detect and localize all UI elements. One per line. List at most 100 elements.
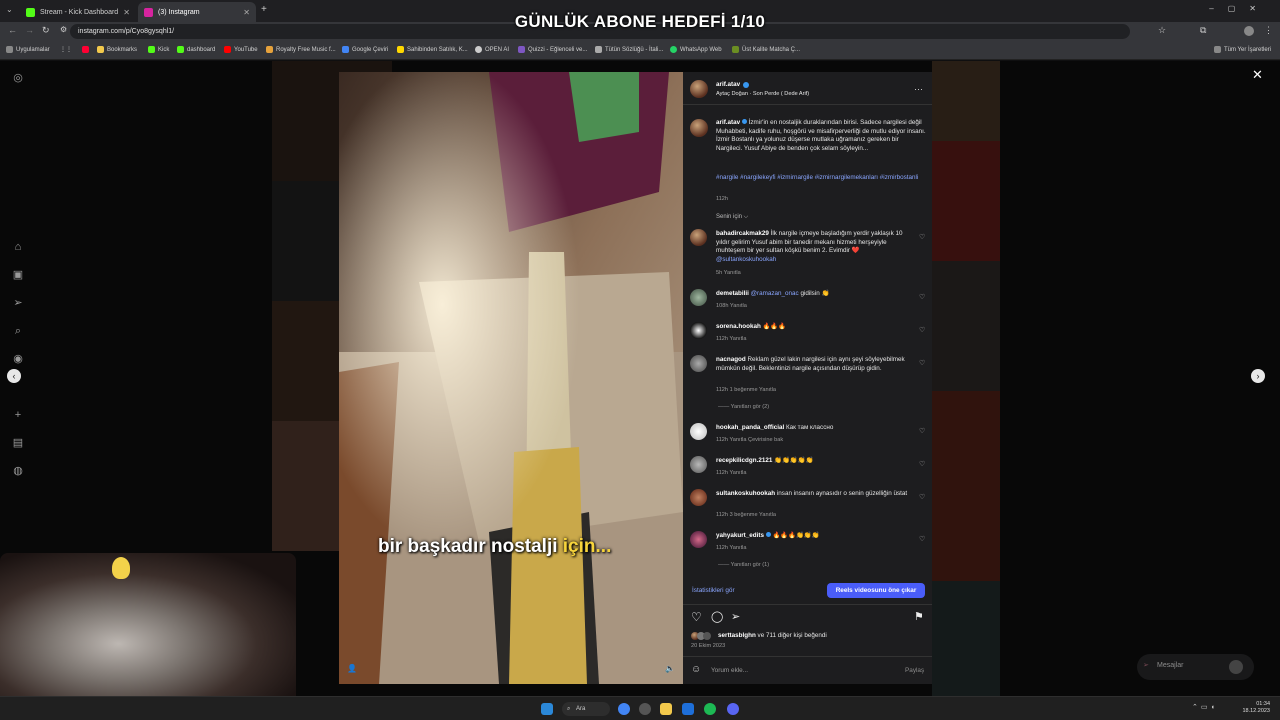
commenter-avatar[interactable] bbox=[690, 489, 707, 506]
bookmark-item[interactable]: Üst Kalite Matcha Ç... bbox=[732, 46, 800, 53]
bookmark-item[interactable]: YouTube bbox=[224, 46, 258, 53]
comment-username[interactable]: yahyakurt_edits bbox=[716, 532, 764, 539]
mute-icon[interactable]: 🔈 bbox=[665, 664, 675, 673]
comment-username[interactable]: demetabilii bbox=[716, 290, 749, 297]
comment-icon[interactable]: ◯ bbox=[711, 610, 723, 623]
like-comment-icon[interactable]: ♡ bbox=[919, 233, 925, 241]
post-comment-button[interactable]: Paylaş bbox=[905, 667, 924, 674]
start-icon[interactable] bbox=[541, 703, 553, 715]
comment-meta[interactable]: 112h 3 beğenme Yanıtla bbox=[716, 512, 776, 518]
dashboard-icon[interactable]: ▤ bbox=[12, 437, 24, 449]
author-username[interactable]: arif.atav bbox=[716, 81, 740, 90]
like-comment-icon[interactable]: ♡ bbox=[919, 293, 925, 301]
emoji-icon[interactable]: ☺ bbox=[691, 664, 701, 675]
bookmark-item[interactable]: Google Çeviri bbox=[342, 46, 388, 53]
bookmark-item[interactable]: Sahibinden Satılık, K... bbox=[397, 46, 468, 53]
instagram-logo-icon[interactable]: ◎ bbox=[12, 72, 24, 84]
like-comment-icon[interactable]: ♡ bbox=[919, 326, 925, 334]
boost-reel-button[interactable]: Reels videosunu öne çıkar bbox=[827, 583, 925, 598]
comment-meta[interactable]: 112h Yanıtla bbox=[716, 336, 746, 342]
like-comment-icon[interactable]: ♡ bbox=[919, 359, 925, 367]
divider bbox=[683, 656, 932, 657]
comment-mention[interactable]: @sultankoskuhookah bbox=[716, 256, 776, 263]
all-bookmarks[interactable]: Tüm Yer İşaretleri bbox=[1214, 46, 1271, 53]
bookmark-item[interactable]: Uygulamalar bbox=[6, 46, 50, 53]
bookmark-item[interactable]: WhatsApp Web bbox=[670, 46, 722, 53]
search-icon[interactable]: ⌕ bbox=[12, 325, 24, 337]
bookmark-item[interactable]: Kick bbox=[148, 46, 169, 53]
comment-meta[interactable]: 112h Yanıtla Çevirisine bak bbox=[716, 437, 783, 443]
video-user-icon[interactable]: 👤 bbox=[347, 664, 357, 673]
grid-icon[interactable]: ⋮⋮ bbox=[60, 46, 72, 53]
comment-mention[interactable]: @ramazan_onac bbox=[751, 290, 799, 297]
create-icon[interactable]: + bbox=[12, 409, 24, 421]
comment-username[interactable]: sorena.hookah bbox=[716, 323, 761, 330]
bookmark-item[interactable]: Quizzi - Eğlenceli ve... bbox=[518, 46, 587, 53]
taskbar-clock[interactable]: 01:34 18.12.2023 bbox=[1242, 701, 1270, 715]
next-post-icon[interactable]: › bbox=[1251, 369, 1265, 383]
like-comment-icon[interactable]: ♡ bbox=[919, 493, 925, 501]
share-icon[interactable]: ➢ bbox=[731, 610, 740, 623]
close-modal-icon[interactable]: ✕ bbox=[1252, 67, 1263, 83]
comment-username[interactable]: recepkilicdgn.2121 bbox=[716, 457, 772, 464]
matcha-icon bbox=[732, 46, 739, 53]
messages-pill[interactable]: ➢ Mesajlar bbox=[1137, 654, 1254, 680]
commenter-avatar[interactable] bbox=[690, 423, 707, 440]
view-replies[interactable]: —— Yanıtları gör (2) bbox=[718, 404, 769, 410]
comment-username[interactable]: bahadircakmak29 bbox=[716, 230, 769, 237]
comment-meta[interactable]: 112h Yanıtla bbox=[716, 470, 746, 476]
verified-badge-icon bbox=[765, 532, 771, 537]
commenter-avatar[interactable] bbox=[690, 456, 707, 473]
bookmark-item[interactable]: Tütün Sözlüğü - İtali... bbox=[595, 46, 663, 53]
commenter-avatar[interactable] bbox=[690, 531, 707, 548]
more-options-icon[interactable]: ··· bbox=[914, 84, 923, 94]
commenter-avatar[interactable] bbox=[690, 322, 707, 339]
view-replies[interactable]: —— Yanıtları gör (1) bbox=[718, 562, 769, 568]
bookmark-item[interactable] bbox=[82, 46, 89, 53]
save-icon[interactable]: ⚑ bbox=[914, 610, 924, 623]
reels-icon[interactable]: ▣ bbox=[12, 269, 24, 281]
comment-input[interactable]: Yorum ekle... bbox=[711, 667, 748, 674]
comment-meta[interactable]: 112h Yanıtla bbox=[716, 545, 746, 551]
discord-icon[interactable] bbox=[727, 703, 739, 715]
chrome-icon[interactable] bbox=[618, 703, 630, 715]
home-icon[interactable]: ⌂ bbox=[12, 241, 24, 253]
store-icon[interactable] bbox=[682, 703, 694, 715]
like-comment-icon[interactable]: ♡ bbox=[919, 460, 925, 468]
explore-icon[interactable]: ◉ bbox=[12, 353, 24, 365]
author-avatar[interactable] bbox=[690, 80, 708, 98]
audio-track[interactable]: Aytaç Doğan · Son Perde ( Dede Arif) bbox=[716, 90, 809, 99]
commenter-avatar[interactable] bbox=[690, 229, 707, 246]
comment-username[interactable]: hookah_panda_official bbox=[716, 424, 784, 431]
reel-video[interactable]: 👤 🔈 bbox=[339, 72, 683, 684]
comment-username[interactable]: nacnagod bbox=[716, 356, 746, 363]
comment-meta[interactable]: 108h Yanıtla bbox=[716, 303, 747, 309]
caption-username[interactable]: arif.atav bbox=[716, 119, 740, 126]
comment-meta[interactable]: 5h Yanıtla bbox=[716, 270, 741, 276]
commenter-avatar[interactable] bbox=[690, 355, 707, 372]
commenter-avatar[interactable] bbox=[690, 289, 707, 306]
tray-icons[interactable]: ⌃▭◖ bbox=[1192, 703, 1218, 711]
profile-icon[interactable]: ◍ bbox=[12, 465, 24, 477]
obs-icon[interactable] bbox=[639, 703, 651, 715]
likes-summary[interactable]: serttasblghn ve 711 diğer kişi beğendi bbox=[718, 632, 827, 641]
bookmark-item[interactable]: Bookmarks bbox=[97, 46, 137, 53]
bookmark-item[interactable]: dashboard bbox=[177, 46, 215, 53]
file-explorer-icon[interactable] bbox=[660, 703, 672, 715]
comment-filter[interactable]: Senin için ⌵ bbox=[716, 214, 748, 221]
bookmark-item[interactable]: Royalty Free Music f... bbox=[266, 46, 336, 53]
like-comment-icon[interactable]: ♡ bbox=[919, 427, 925, 435]
bookmark-item[interactable]: OPEN AI bbox=[475, 46, 509, 53]
comment-username[interactable]: sultankoskuhookah bbox=[716, 490, 775, 497]
view-insights-link[interactable]: İstatistikleri gör bbox=[692, 587, 735, 594]
like-comment-icon[interactable]: ♡ bbox=[919, 535, 925, 543]
comment-meta[interactable]: 112h 1 beğenme Yanıtla bbox=[716, 387, 776, 393]
taskbar-search[interactable]: ⌕ Ara bbox=[562, 702, 610, 716]
prev-post-icon[interactable]: ‹ bbox=[7, 369, 21, 383]
author-avatar[interactable] bbox=[690, 119, 708, 137]
video-frame bbox=[339, 72, 683, 684]
like-icon[interactable]: ♡ bbox=[691, 610, 702, 624]
messages-icon[interactable]: ➢ bbox=[12, 297, 24, 309]
spotify-icon[interactable] bbox=[704, 703, 716, 715]
post-hashtags[interactable]: #nargile #nargilekeyfi #izmirnargile #iz… bbox=[716, 174, 926, 183]
